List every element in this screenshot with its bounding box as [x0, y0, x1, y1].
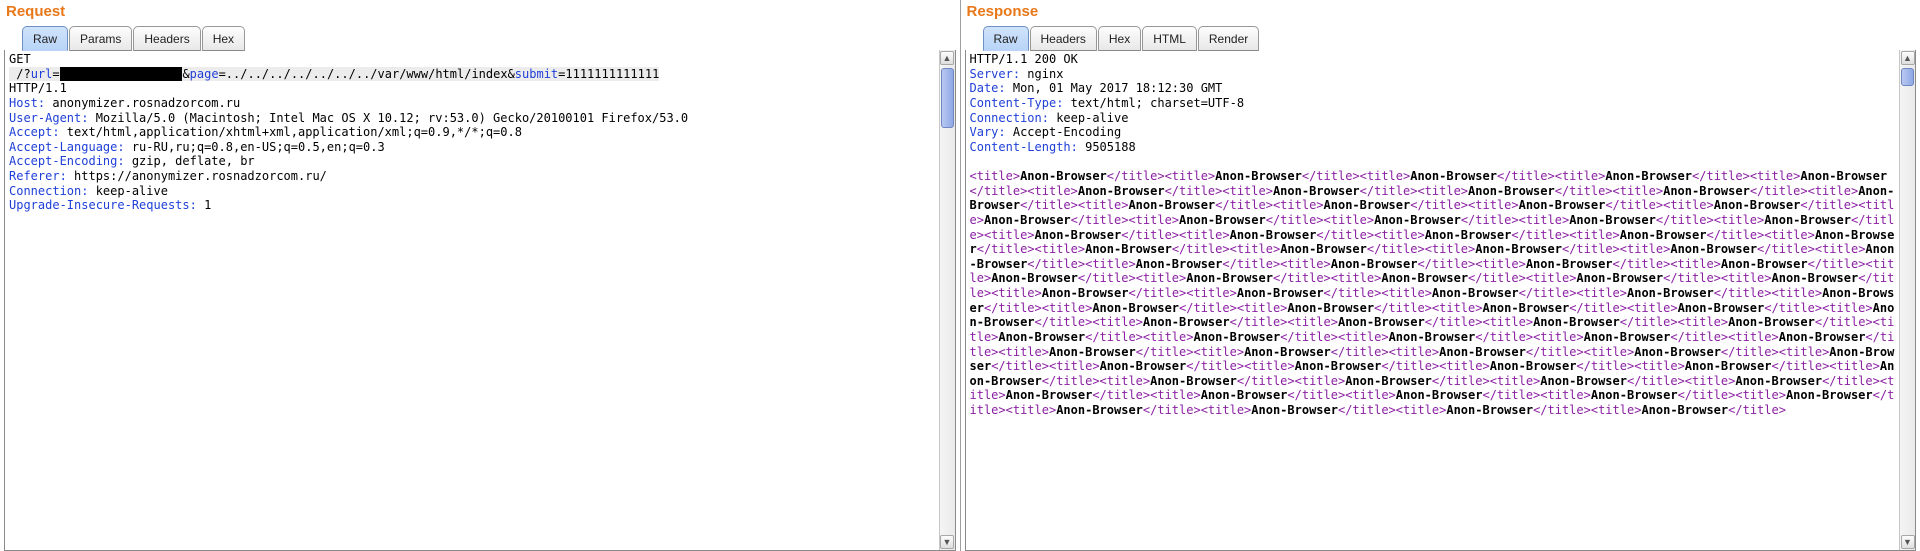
request-scrollbar[interactable]: ▲ ▼: [939, 50, 955, 550]
tab-params[interactable]: Params: [69, 26, 132, 51]
tab-raw[interactable]: Raw: [22, 26, 68, 51]
tab-hex[interactable]: Hex: [1098, 26, 1141, 51]
tab-render[interactable]: Render: [1198, 26, 1259, 51]
request-title: Request: [4, 0, 956, 26]
scroll-up-icon[interactable]: ▲: [1901, 51, 1915, 65]
response-editor-wrap: HTTP/1.1 200 OK Server: nginx Date: Mon,…: [965, 50, 1917, 551]
tab-html[interactable]: HTML: [1142, 26, 1197, 51]
tab-headers[interactable]: Headers: [1030, 26, 1097, 51]
scroll-up-icon[interactable]: ▲: [940, 51, 954, 65]
tab-hex[interactable]: Hex: [202, 26, 245, 51]
request-pane: Request Raw Params Headers Hex GET /?url…: [0, 0, 960, 551]
scroll-track[interactable]: [1900, 66, 1915, 534]
tab-headers[interactable]: Headers: [133, 26, 200, 51]
tab-raw[interactable]: Raw: [983, 26, 1029, 51]
scroll-down-icon[interactable]: ▼: [1901, 535, 1915, 549]
scroll-track[interactable]: [940, 66, 955, 534]
response-scrollbar[interactable]: ▲ ▼: [1899, 50, 1915, 550]
request-editor[interactable]: GET /?url=xxxxxxxxxxxxxxxxx&page=../../.…: [5, 50, 939, 550]
scroll-thumb[interactable]: [941, 68, 954, 128]
response-tabbar: Raw Headers Hex HTML Render: [965, 26, 1917, 51]
scroll-down-icon[interactable]: ▼: [940, 535, 954, 549]
response-title: Response: [965, 0, 1917, 26]
scroll-thumb[interactable]: [1901, 68, 1914, 86]
response-pane: Response Raw Headers Hex HTML Render HTT…: [960, 0, 1920, 551]
request-tabbar: Raw Params Headers Hex: [4, 26, 956, 51]
request-editor-wrap: GET /?url=xxxxxxxxxxxxxxxxx&page=../../.…: [4, 50, 956, 551]
response-editor[interactable]: HTTP/1.1 200 OK Server: nginx Date: Mon,…: [966, 50, 1900, 550]
